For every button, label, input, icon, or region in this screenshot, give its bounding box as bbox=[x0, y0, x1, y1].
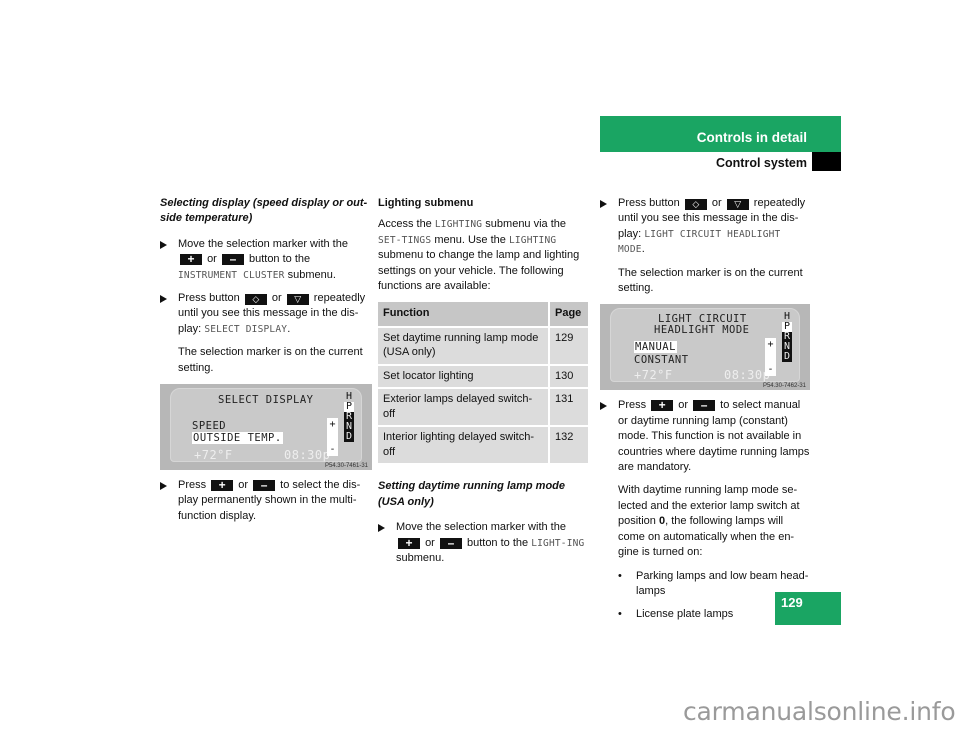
step-move-marker-lighting: Move the selection marker with the + or … bbox=[378, 520, 588, 566]
bullet-icon: • bbox=[618, 569, 622, 582]
down-key-icon: ▽ bbox=[726, 199, 749, 210]
column-3: Press button ◇ or ▽ repeatedly until you… bbox=[600, 196, 817, 631]
lighting-intro: Access the LIGHTING submenu via the SET-… bbox=[378, 218, 580, 293]
display-screenshot-headlight-mode: LIGHT CIRCUIT HEADLIGHT MODE MANUAL CONS… bbox=[600, 304, 810, 391]
step-arrow-icon bbox=[600, 200, 607, 208]
step-move-marker: Move the selection marker with the + or … bbox=[160, 237, 372, 283]
bullet-icon: • bbox=[618, 608, 622, 621]
column-2: Lighting submenu Access the LIGHTING sub… bbox=[378, 196, 588, 574]
table-header-row: Function Page bbox=[378, 302, 588, 328]
minus-key-icon: – bbox=[693, 399, 716, 412]
lcd-option-outside-temp: OUTSIDE TEMP. bbox=[192, 432, 283, 445]
watermark: carmanualsonline.info bbox=[683, 697, 956, 726]
table-row: Set daytime running lamp mode (USA only)… bbox=[378, 326, 588, 366]
step-arrow-icon bbox=[600, 402, 607, 411]
section-header: Controls in detail bbox=[600, 116, 841, 152]
lcd-gear-indicator: H P R N D bbox=[344, 391, 354, 443]
step-select-display: Press + or – to select the dis-play perm… bbox=[160, 478, 372, 524]
daytime-mode-description: With daytime running lamp mode se-lected… bbox=[618, 484, 800, 559]
plus-key-icon: + bbox=[180, 253, 202, 266]
lcd-temperature: +72°F bbox=[634, 368, 673, 383]
figure-reference: P54.30-7461-31 bbox=[324, 463, 368, 470]
lcd-plus-minus: + - bbox=[765, 338, 776, 377]
lcd-gear-indicator: H P R N D bbox=[782, 311, 792, 363]
lcd-plus-minus: + - bbox=[327, 418, 338, 457]
display-screenshot-select-display: SELECT DISPLAY SPEED OUTSIDE TEMP. +72°F… bbox=[160, 384, 372, 471]
step-press-button-light: Press button ◇ or ▽ repeatedly until you… bbox=[600, 196, 810, 258]
step-select-mode: Press + or – to select manual or daytime… bbox=[600, 398, 810, 475]
functions-table: Function Page Set daytime running lamp m… bbox=[378, 302, 588, 466]
subsection-title: Control system bbox=[716, 156, 807, 170]
heading-daytime-running-lamp: Setting daytime running lamp mode (USA o… bbox=[378, 480, 566, 508]
plus-key-icon: + bbox=[211, 479, 234, 492]
plus-key-icon: + bbox=[651, 399, 674, 412]
lcd-option-manual: MANUAL bbox=[634, 341, 677, 354]
lcd-option-constant: CONSTANT bbox=[634, 354, 689, 367]
step-arrow-icon bbox=[160, 295, 167, 304]
up-key-icon: ◇ bbox=[684, 199, 707, 210]
page-number: 129 bbox=[781, 595, 803, 610]
lcd-temperature: +72°F bbox=[194, 448, 233, 463]
note-selection-marker: The selection marker is on the current s… bbox=[178, 346, 363, 374]
step-arrow-icon bbox=[160, 482, 167, 491]
column-1: Selecting display (speed display or out-… bbox=[160, 196, 372, 532]
column-header-function: Function bbox=[378, 302, 550, 328]
column-header-page: Page bbox=[549, 302, 588, 328]
heading-lighting-submenu: Lighting submenu bbox=[378, 197, 474, 209]
lcd-option-speed: SPEED bbox=[192, 420, 227, 433]
minus-key-icon: – bbox=[253, 479, 276, 492]
note-selection-marker: The selection marker is on the current s… bbox=[618, 266, 803, 295]
minus-key-icon: – bbox=[221, 253, 244, 266]
figure-reference: P54.30-7462-31 bbox=[762, 383, 806, 390]
step-press-button: Press button ◇ or ▽ repeatedly until you… bbox=[160, 291, 372, 337]
lcd-title: SELECT DISPLAY bbox=[218, 394, 314, 407]
menu-name: INSTRUMENT CLUSTER bbox=[178, 269, 285, 281]
table-row: Interior lighting delayed switch-off 132 bbox=[378, 426, 588, 466]
display-message: SELECT DISPLAY bbox=[204, 323, 288, 335]
plus-key-icon: + bbox=[398, 537, 420, 549]
section-title: Controls in detail bbox=[696, 130, 807, 145]
page-number-box: 129 bbox=[775, 592, 841, 625]
table-row: Exterior lamps delayed switch-off 131 bbox=[378, 388, 588, 428]
lcd-clock: 08:30p bbox=[724, 368, 771, 383]
lcd-clock: 08:30p bbox=[284, 448, 331, 463]
lcd-title-line2: HEADLIGHT MODE bbox=[654, 324, 750, 337]
step-arrow-icon bbox=[378, 524, 385, 533]
section-marker bbox=[812, 152, 841, 171]
down-key-icon: ▽ bbox=[286, 294, 309, 306]
up-key-icon: ◇ bbox=[244, 294, 267, 306]
table-row: Set locator lighting 130 bbox=[378, 364, 588, 390]
menu-name: LIGHT-ING bbox=[531, 537, 585, 549]
minus-key-icon: – bbox=[439, 537, 462, 549]
step-arrow-icon bbox=[160, 240, 167, 249]
heading-selecting-display: Selecting display (speed display or out-… bbox=[160, 197, 368, 225]
